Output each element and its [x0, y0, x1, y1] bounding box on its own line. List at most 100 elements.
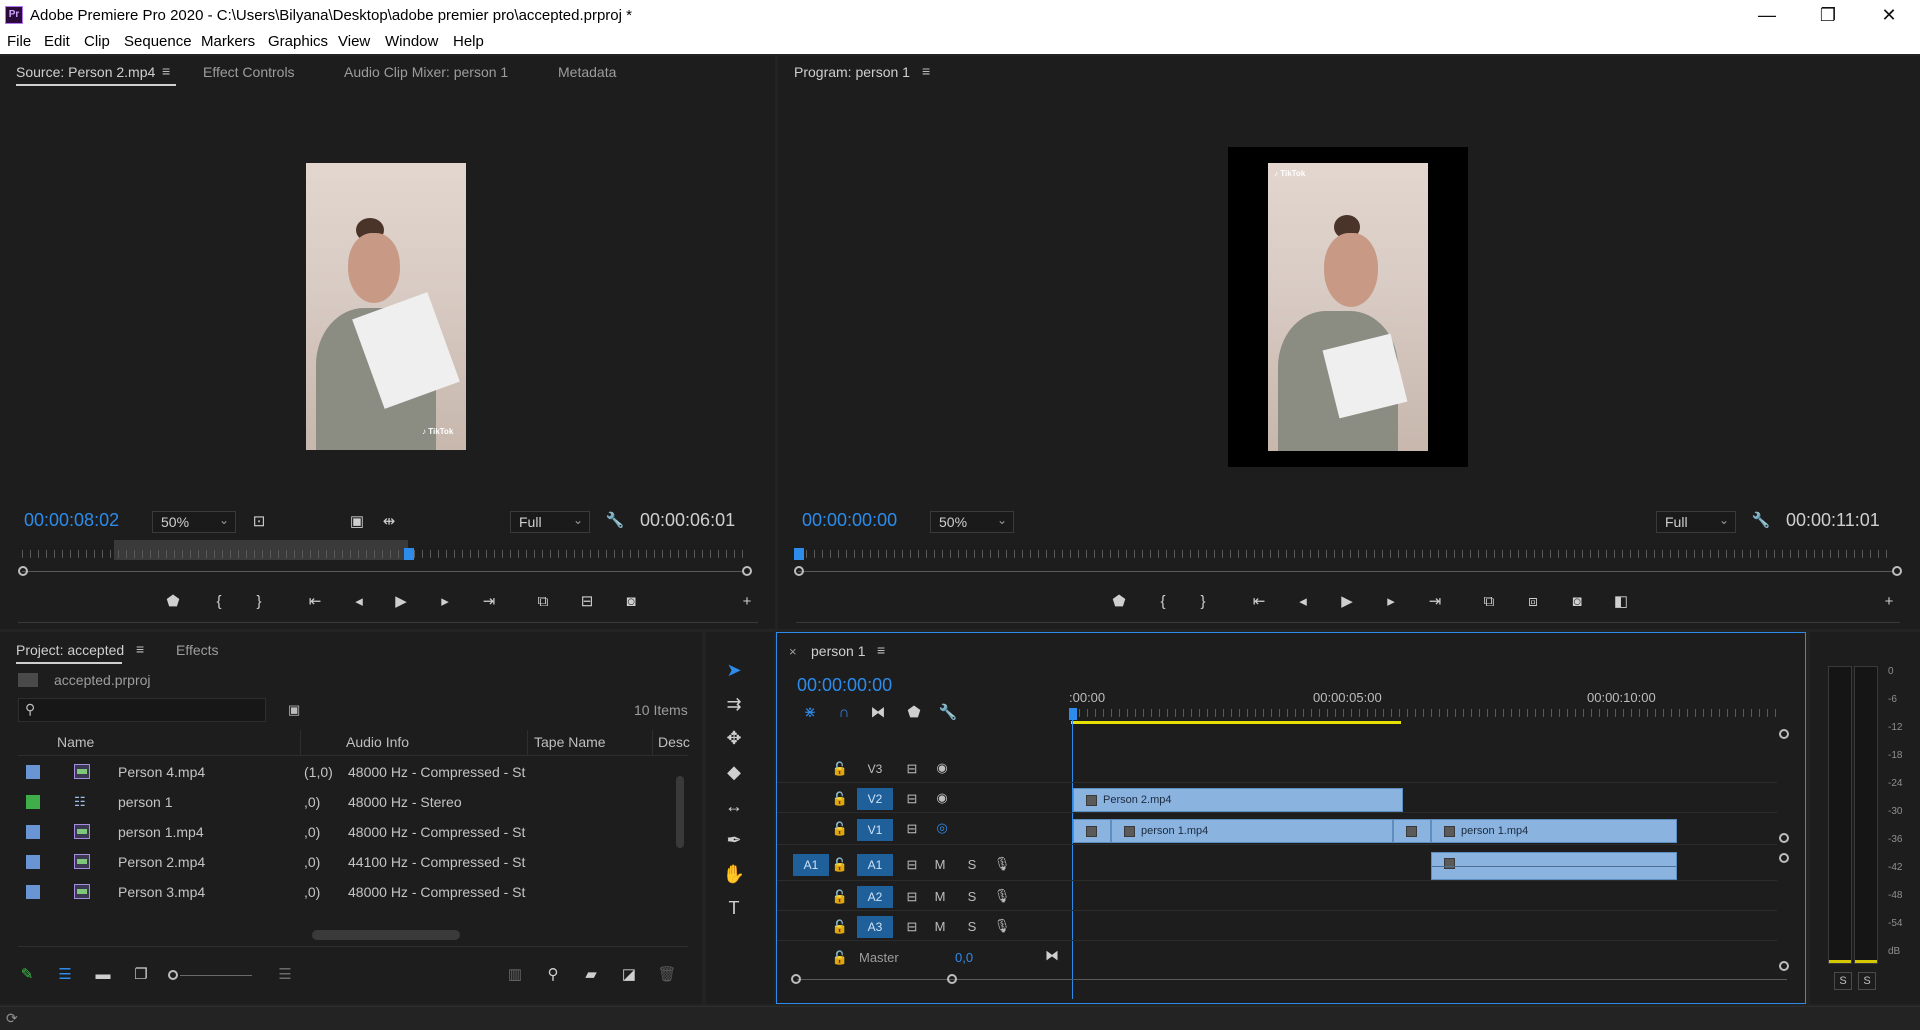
solo-track-button[interactable]: S — [963, 889, 981, 904]
new-search-bin-icon[interactable]: ▣ — [288, 702, 300, 718]
snap-magnet-icon[interactable]: ∩ — [833, 703, 855, 723]
go-to-next-edit-icon[interactable]: ⧓ — [1045, 947, 1059, 964]
menu-window[interactable]: Window — [385, 33, 438, 50]
horizontal-scrollbar[interactable] — [312, 930, 460, 940]
timeline-playhead-timecode[interactable]: 00:00:00:00 — [797, 675, 892, 696]
source-time-ruler[interactable] — [22, 550, 744, 558]
label-color-chip[interactable] — [26, 765, 40, 779]
selection-tool-icon[interactable]: ➤ — [722, 658, 746, 682]
menu-graphics[interactable]: Graphics — [268, 33, 328, 50]
label-color-chip[interactable] — [26, 885, 40, 899]
play-icon[interactable]: ▶ — [1336, 592, 1358, 612]
step-back-icon[interactable]: ◂ — [1292, 592, 1314, 612]
step-back-icon[interactable]: ◂ — [348, 592, 370, 612]
razor-tool-icon[interactable]: ◆ — [722, 760, 746, 784]
timeline-time-ruler[interactable] — [1071, 709, 1779, 717]
play-icon[interactable]: ▶ — [390, 592, 412, 612]
lock-icon[interactable]: 🔓 — [831, 919, 849, 935]
comparison-view-icon[interactable]: ◧ — [1610, 592, 1632, 612]
sync-lock-icon[interactable]: ⊟ — [903, 761, 921, 777]
video-clip-v1-head[interactable] — [1073, 819, 1111, 843]
add-marker-icon[interactable]: ⬟ — [162, 592, 184, 612]
audio-zoom-handle-bottom[interactable] — [1779, 961, 1789, 971]
program-quality-select[interactable]: Full ⌄ — [1656, 511, 1736, 533]
list-view-icon[interactable]: ☰ — [54, 965, 76, 985]
microphone-icon[interactable]: 🎙 — [993, 888, 1011, 904]
source-patch-a1[interactable]: A1 — [793, 854, 829, 876]
menu-file[interactable]: File — [7, 33, 31, 50]
list-item[interactable]: Person 4.mp4 (1,0) 48000 Hz - Compressed… — [18, 760, 566, 784]
menu-clip[interactable]: Clip — [84, 33, 110, 50]
video-zoom-handle-bottom[interactable] — [1779, 833, 1789, 843]
lock-icon[interactable]: 🔓 — [831, 950, 849, 966]
tab-project[interactable]: Project: accepted — [16, 642, 124, 658]
audio-clip-a1[interactable] — [1431, 852, 1677, 880]
program-zoom-select[interactable]: 50% ⌄ — [930, 511, 1014, 533]
mute-track-button[interactable]: M — [931, 919, 949, 934]
step-forward-icon[interactable]: ▸ — [1380, 592, 1402, 612]
sync-status-icon[interactable]: ⟳ — [6, 1010, 18, 1027]
eye-icon[interactable]: ◉ — [933, 760, 951, 776]
track-name-v3[interactable]: V3 — [857, 758, 893, 780]
ripple-edit-tool-icon[interactable]: ✥ — [722, 726, 746, 750]
trash-icon[interactable]: 🗑 — [656, 965, 678, 985]
eye-hidden-icon[interactable]: ◎ — [933, 820, 951, 836]
tab-effects[interactable]: Effects — [176, 642, 219, 658]
tab-source[interactable]: Source: Person 2.mp4 — [16, 64, 155, 80]
go-to-out-icon[interactable]: ⇥ — [1424, 592, 1446, 612]
column-tape-name[interactable]: Tape Name — [534, 734, 606, 750]
tab-effect-controls[interactable]: Effect Controls — [203, 64, 295, 80]
track-name-v1[interactable]: V1 — [857, 819, 893, 841]
program-time-ruler[interactable] — [798, 550, 1894, 558]
menu-edit[interactable]: Edit — [44, 33, 70, 50]
type-tool-icon[interactable]: T — [722, 896, 746, 920]
lock-icon[interactable]: 🔓 — [831, 857, 849, 873]
lock-icon[interactable]: 🔓 — [831, 791, 849, 807]
pen-tool-icon[interactable]: ✒ — [722, 828, 746, 852]
button-editor-plus-icon[interactable]: + — [1878, 592, 1900, 612]
source-playhead[interactable] — [404, 548, 414, 560]
track-name-a1[interactable]: A1 — [857, 854, 893, 876]
button-editor-plus-icon[interactable]: + — [736, 592, 758, 612]
go-to-out-icon[interactable]: ⇥ — [478, 592, 500, 612]
video-clip-v2[interactable]: Person 2.mp4 — [1073, 788, 1403, 812]
minimize-button[interactable]: — — [1744, 2, 1790, 28]
project-search-input[interactable]: ⚲ — [18, 698, 266, 722]
mute-track-button[interactable]: M — [931, 889, 949, 904]
microphone-icon[interactable]: 🎙 — [993, 856, 1011, 872]
video-clip-v1-a[interactable]: person 1.mp4 — [1111, 819, 1393, 843]
timeline-panel-menu-icon[interactable]: ≡ — [877, 642, 885, 658]
step-forward-icon[interactable]: ▸ — [434, 592, 456, 612]
list-item[interactable]: Person 3.mp4 ,0) 48000 Hz - Compressed -… — [18, 880, 566, 904]
track-name-a2[interactable]: A2 — [857, 886, 893, 908]
source-playhead-timecode[interactable]: 00:00:08:02 — [24, 510, 119, 531]
solo-right-button[interactable]: S — [1858, 972, 1876, 990]
timeline-zoom-handle-right[interactable] — [947, 974, 957, 984]
hand-tool-icon[interactable]: ✋ — [722, 862, 746, 886]
vertical-scrollbar[interactable] — [676, 776, 684, 848]
new-bin-folder-icon[interactable]: ▰ — [580, 965, 602, 985]
timeline-zoom-handle-left[interactable] — [791, 974, 801, 984]
track-name-a3[interactable]: A3 — [857, 916, 893, 938]
label-color-chip[interactable] — [26, 825, 40, 839]
source-panel-menu-icon[interactable]: ≡ — [162, 63, 170, 79]
lift-icon[interactable]: ⧉ — [1478, 592, 1500, 612]
slip-tool-icon[interactable]: ↔ — [722, 794, 746, 818]
solo-left-button[interactable]: S — [1834, 972, 1852, 990]
program-playhead[interactable] — [794, 548, 804, 560]
program-panel-menu-icon[interactable]: ≡ — [922, 63, 930, 79]
go-to-in-icon[interactable]: ⇤ — [1248, 592, 1270, 612]
sync-lock-icon[interactable]: ⊟ — [903, 919, 921, 935]
sync-lock-icon[interactable]: ⊟ — [903, 791, 921, 807]
menu-sequence[interactable]: Sequence — [124, 33, 192, 50]
track-name-v2[interactable]: V2 — [857, 788, 893, 810]
master-volume-value[interactable]: 0,0 — [955, 950, 973, 965]
icon-view-icon[interactable]: ▬ — [92, 965, 114, 985]
add-marker-icon[interactable]: ⬟ — [1108, 592, 1130, 612]
label-color-chip[interactable] — [26, 855, 40, 869]
safe-margins-icon[interactable]: ⊡ — [248, 512, 270, 532]
linked-selection-icon[interactable]: ⧓ — [867, 703, 889, 723]
mark-out-icon[interactable]: } — [248, 592, 270, 612]
lock-icon[interactable]: 🔓 — [831, 761, 849, 777]
overwrite-icon[interactable]: ⊟ — [576, 592, 598, 612]
